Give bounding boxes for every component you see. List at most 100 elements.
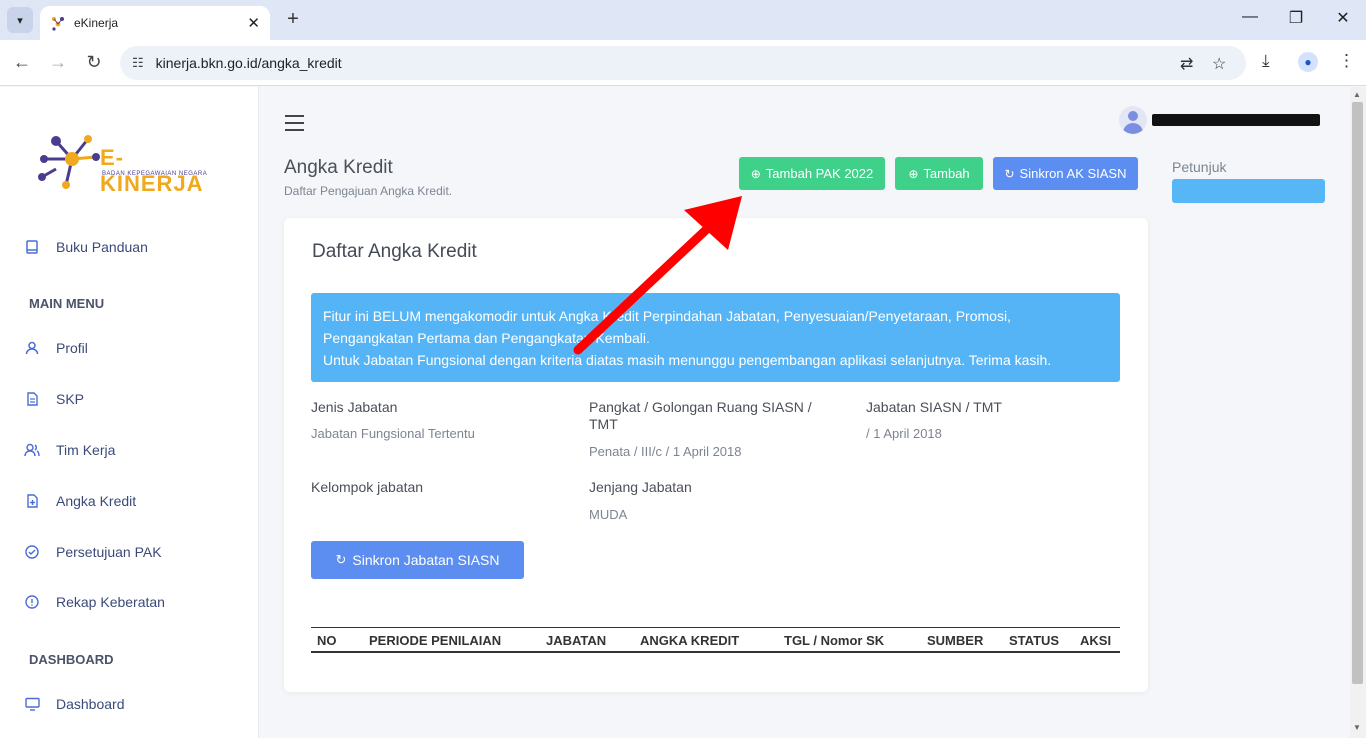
sidebar-section-main-menu: MAIN MENU xyxy=(29,296,105,311)
sidebar: E-KINERJA BADAN KEPEGAWAIAN NEGARA Buku … xyxy=(0,87,259,738)
minimize-icon[interactable]: — xyxy=(1240,8,1260,26)
jenis-jabatan-value: Jabatan Fungsional Tertentu xyxy=(311,426,475,441)
button-label: Tambah PAK 2022 xyxy=(765,166,874,181)
column-header: NO xyxy=(317,633,337,648)
logo-mark-icon xyxy=(38,135,100,189)
logo-subtitle: BADAN KEPEGAWAIAN NEGARA xyxy=(102,171,208,177)
chevron-down-icon: ▾ xyxy=(17,14,23,27)
card-title: Daftar Angka Kredit xyxy=(312,241,477,262)
tab-title: eKinerja xyxy=(74,16,119,30)
sidebar-item-label: Rekap Keberatan xyxy=(56,594,165,610)
pangkat-label-tmt: TMT xyxy=(589,416,618,432)
sidebar-item-label: Profil xyxy=(56,340,88,356)
sidebar-item-label: Dashboard xyxy=(56,696,125,712)
menu-toggle-icon[interactable] xyxy=(285,115,304,131)
sidebar-item-label: SKP xyxy=(56,391,85,407)
scroll-thumb[interactable] xyxy=(1352,102,1363,684)
column-header: ANGKA KREDIT xyxy=(640,633,740,648)
restore-icon[interactable]: ❐ xyxy=(1286,8,1306,28)
alert-line: Pengangkatan Pertama dan Pengangkatan Ke… xyxy=(323,330,650,346)
tab-search-button[interactable]: ▾ xyxy=(7,7,33,33)
sidebar-item-label: Angka Kredit xyxy=(56,493,137,509)
address-bar: ← → ↻ ☷ kinerja.bkn.go.id/angka_kredit ⇄… xyxy=(0,40,1366,86)
back-icon[interactable]: ← xyxy=(11,52,33,73)
sidebar-item-dashboard[interactable]: Dashboard xyxy=(24,696,125,712)
sidebar-item-tim-kerja[interactable]: Tim Kerja xyxy=(24,442,115,458)
sinkron-ak-siasn-button[interactable]: ↻ Sinkron AK SIASN xyxy=(993,157,1138,190)
jenjang-jabatan-label: Jenjang Jabatan xyxy=(589,479,692,495)
jenis-jabatan-label: Jenis Jabatan xyxy=(311,399,398,415)
column-header: SUMBER xyxy=(927,633,984,648)
site-info-icon[interactable]: ☷ xyxy=(132,55,144,71)
scroll-up-icon[interactable]: ▲ xyxy=(1353,90,1361,99)
sidebar-item-persetujuan-pak[interactable]: Persetujuan PAK xyxy=(24,544,162,560)
translate-icon[interactable]: ⇄ xyxy=(1180,54,1193,74)
sidebar-item-label: Persetujuan PAK xyxy=(56,544,162,560)
pangkat-label: Pangkat / Golongan Ruang SIASN / xyxy=(589,399,812,415)
document-icon xyxy=(24,391,40,407)
sidebar-item-buku-panduan[interactable]: Buku Panduan xyxy=(24,239,148,255)
reload-icon[interactable]: ↻ xyxy=(83,52,105,73)
ekinerja-logo[interactable]: E-KINERJA BADAN KEPEGAWAIAN NEGARA xyxy=(36,129,226,196)
close-tab-icon[interactable]: ✕ xyxy=(247,14,260,32)
browser-tab[interactable]: eKinerja ✕ xyxy=(40,6,270,40)
book-icon xyxy=(24,239,40,255)
close-window-icon[interactable]: ✕ xyxy=(1333,8,1353,28)
button-label: Sinkron Jabatan SIASN xyxy=(352,552,500,568)
file-plus-icon xyxy=(24,493,40,509)
scroll-down-icon[interactable]: ▼ xyxy=(1353,723,1361,732)
petunjuk-button[interactable] xyxy=(1172,179,1325,203)
page-scrollbar[interactable]: ▲ ▼ xyxy=(1350,87,1366,738)
sidebar-item-label: Tim Kerja xyxy=(56,442,116,458)
sidebar-item-rekap-keberatan[interactable]: Rekap Keberatan xyxy=(24,594,165,610)
sidebar-item-skp[interactable]: SKP xyxy=(24,391,84,407)
column-header: PERIODE PENILAIAN xyxy=(369,633,502,648)
users-icon xyxy=(24,442,40,458)
ekinerja-favicon-icon xyxy=(52,17,64,31)
avatar[interactable] xyxy=(1119,106,1147,134)
sidebar-item-angka-kredit[interactable]: Angka Kredit xyxy=(24,493,136,509)
user-icon xyxy=(24,340,40,356)
plus-circle-icon: ⊕ xyxy=(750,166,761,181)
alert-line: Untuk Jabatan Fungsional dengan kriteria… xyxy=(323,352,1052,368)
sync-icon: ↻ xyxy=(1004,166,1015,181)
forward-icon[interactable]: → xyxy=(47,52,69,73)
check-circle-icon xyxy=(24,544,40,560)
column-header: AKSI xyxy=(1080,633,1112,648)
jabatan-siasn-value: / 1 April 2018 xyxy=(866,426,942,441)
sidebar-item-label: Buku Panduan xyxy=(56,239,148,255)
jabatan-siasn-label: Jabatan SIASN / TMT xyxy=(866,399,1002,415)
column-header: STATUS xyxy=(1009,633,1060,648)
download-icon[interactable]: ⤓ xyxy=(1262,51,1270,71)
kelompok-jabatan-label: Kelompok jabatan xyxy=(311,479,424,495)
star-icon[interactable]: ☆ xyxy=(1212,54,1226,74)
tambah-pak-2022-button[interactable]: ⊕ Tambah PAK 2022 xyxy=(739,157,885,190)
page-subtitle: Daftar Pengajuan Angka Kredit. xyxy=(284,184,453,198)
new-tab-button[interactable]: + xyxy=(282,8,304,30)
tambah-button[interactable]: ⊕ Tambah xyxy=(895,157,983,190)
url-text: kinerja.bkn.go.id/angka_kredit xyxy=(155,55,342,71)
info-alert: Fitur ini BELUM mengakomodir untuk Angka… xyxy=(311,293,1120,382)
sinkron-jabatan-siasn-button[interactable]: ↻ Sinkron Jabatan SIASN xyxy=(311,541,524,579)
url-field[interactable]: ☷ kinerja.bkn.go.id/angka_kredit ⇄ ☆ xyxy=(120,46,1246,80)
table-header: NO PERIODE PENILAIAN JABATAN ANGKA KREDI… xyxy=(311,627,1120,653)
pangkat-value: Penata / III/c / 1 April 2018 xyxy=(589,444,742,459)
button-label: Sinkron AK SIASN xyxy=(1019,166,1127,181)
profile-icon[interactable]: ● xyxy=(1298,52,1318,72)
alert-line: Fitur ini BELUM mengakomodir untuk Angka… xyxy=(323,308,1011,324)
more-menu-icon[interactable]: ⋮ xyxy=(1338,51,1355,71)
jenjang-jabatan-value: MUDA xyxy=(589,507,628,522)
button-label: Tambah xyxy=(923,166,970,181)
alert-circle-icon xyxy=(24,594,40,610)
petunjuk-label: Petunjuk xyxy=(1172,159,1227,175)
plus-circle-icon: ⊕ xyxy=(908,166,919,181)
page-title: Angka Kredit xyxy=(284,157,393,178)
sidebar-section-dashboard: DASHBOARD xyxy=(29,652,114,667)
user-name-redacted[interactable] xyxy=(1152,114,1320,126)
column-header: TGL / Nomor SK xyxy=(784,633,885,648)
monitor-icon xyxy=(24,696,40,712)
column-header: JABATAN xyxy=(546,633,607,648)
browser-tab-bar: ▾ eKinerja ✕ + — ❐ ✕ xyxy=(0,0,1366,40)
sync-icon: ↻ xyxy=(335,552,347,567)
sidebar-item-profil[interactable]: Profil xyxy=(24,340,88,356)
